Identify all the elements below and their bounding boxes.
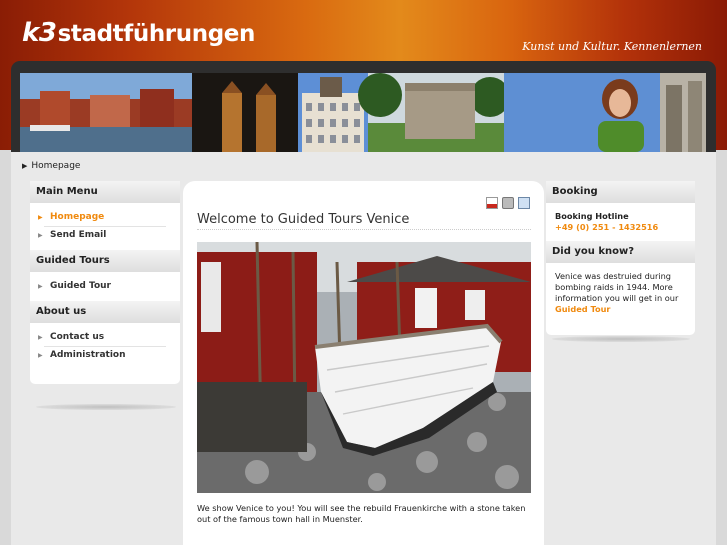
email-icon[interactable] bbox=[518, 197, 530, 209]
header-banner bbox=[20, 73, 706, 152]
menu-title-guided-tours: Guided Tours bbox=[30, 250, 180, 272]
site-tagline: Kunst und Kultur. Kennenlernen bbox=[522, 40, 702, 53]
menu-title-about-us: About us bbox=[30, 301, 180, 323]
bullet-icon: ▶ bbox=[38, 232, 43, 239]
breadcrumb: ▶ Homepage bbox=[22, 156, 702, 176]
hotline-label: Booking Hotline bbox=[555, 211, 629, 221]
bullet-icon: ▶ bbox=[38, 334, 43, 341]
logo-text: stadtführungen bbox=[57, 21, 256, 47]
menu-item-guided-tour[interactable]: ▶ Guided Tour bbox=[38, 278, 166, 295]
menu-item-homepage[interactable]: ▶ Homepage bbox=[38, 209, 166, 227]
print-icon[interactable] bbox=[502, 197, 514, 209]
menu-title-main: Main Menu bbox=[30, 181, 180, 203]
bullet-icon: ▶ bbox=[38, 352, 43, 359]
breadcrumb-arrow-icon: ▶ bbox=[22, 162, 28, 170]
boat-image bbox=[197, 242, 531, 493]
bullet-icon: ▶ bbox=[38, 283, 43, 290]
didyouknow-text: Venice was destruied during bombing raid… bbox=[555, 271, 679, 303]
pdf-icon[interactable] bbox=[486, 197, 498, 209]
hotline-number[interactable]: +49 (0) 251 - 1432516 bbox=[555, 222, 686, 233]
title-divider bbox=[197, 229, 531, 230]
booking-title: Booking bbox=[546, 181, 695, 203]
menu-item-send-email[interactable]: ▶ Send Email bbox=[38, 227, 166, 244]
page-title: Welcome to Guided Tours Venice bbox=[197, 212, 410, 227]
didyouknow-title: Did you know? bbox=[546, 241, 695, 263]
bullet-icon: ▶ bbox=[38, 214, 43, 221]
about-us-menu: ▶ Contact us ▶ Administration bbox=[30, 323, 180, 370]
menu-item-administration[interactable]: ▶ Administration bbox=[38, 347, 166, 364]
site-logo[interactable]: k3stadtführungen bbox=[22, 18, 255, 48]
breadcrumb-item[interactable]: Homepage bbox=[31, 161, 80, 171]
right-shadow bbox=[552, 336, 690, 342]
didyouknow-box: Venice was destruied during bombing raid… bbox=[546, 263, 695, 323]
main-content: Welcome to Guided Tours Venice We show V… bbox=[183, 181, 544, 545]
banner-photos bbox=[20, 73, 706, 152]
main-menu: ▶ Homepage ▶ Send Email bbox=[30, 203, 180, 250]
right-sidebar: Booking Booking Hotline +49 (0) 251 - 14… bbox=[546, 181, 695, 335]
guided-tours-menu: ▶ Guided Tour bbox=[30, 272, 180, 301]
article-icons bbox=[486, 197, 530, 209]
boat-photo bbox=[197, 242, 531, 493]
intro-text: We show Venice to you! You will see the … bbox=[197, 503, 526, 524]
guided-tour-link[interactable]: Guided Tour bbox=[555, 304, 610, 314]
left-sidebar: Main Menu ▶ Homepage ▶ Send Email Guided T… bbox=[30, 181, 180, 384]
menu-item-contact-us[interactable]: ▶ Contact us bbox=[38, 329, 166, 347]
left-shadow bbox=[36, 404, 176, 410]
booking-box: Booking Hotline +49 (0) 251 - 1432516 bbox=[546, 203, 695, 241]
logo-mark: k3 bbox=[22, 18, 57, 48]
